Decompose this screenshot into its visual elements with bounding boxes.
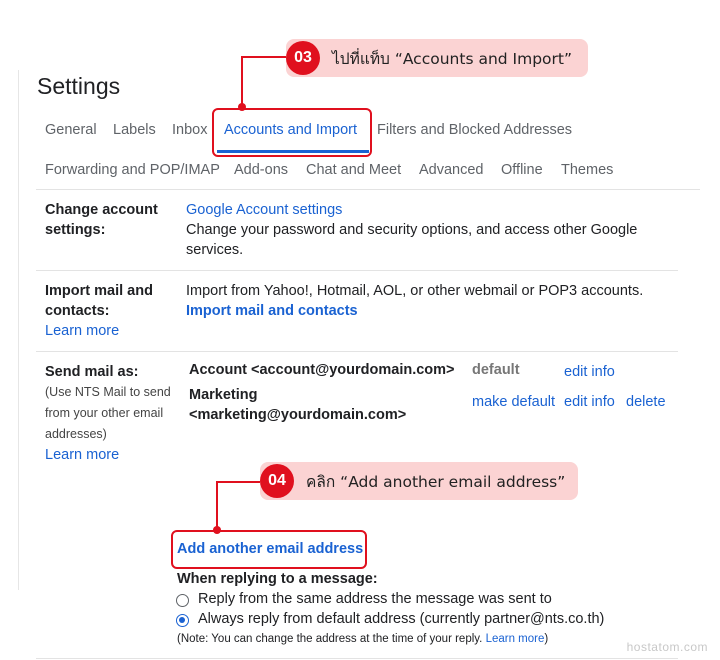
tab-chat-and-meet[interactable]: Chat and Meet xyxy=(306,162,401,178)
send-mail-as-label: Send mail as: xyxy=(45,364,139,380)
make-default-link[interactable]: make default xyxy=(472,392,555,412)
import-description: Import from Yahoo!, Hotmail, AOL, or oth… xyxy=(186,283,644,299)
watermark: hostatom.com xyxy=(626,640,708,654)
edit-info-link[interactable]: edit info xyxy=(564,392,615,412)
section-divider xyxy=(36,351,678,352)
tab-filters[interactable]: Filters and Blocked Addresses xyxy=(377,122,572,138)
tab-labels[interactable]: Labels xyxy=(113,122,156,138)
send-mail-learn-more-link[interactable]: Learn more xyxy=(45,445,119,465)
tab-general[interactable]: General xyxy=(45,122,97,138)
import-mail-and-contacts-link[interactable]: Import mail and contacts xyxy=(186,301,358,321)
default-status: default xyxy=(472,362,520,378)
page-edge xyxy=(18,70,19,590)
callout-connector xyxy=(241,56,287,58)
tab-forwarding[interactable]: Forwarding and POP/IMAP xyxy=(45,162,220,178)
step-badge: 04 xyxy=(260,464,294,498)
tab-highlight-box xyxy=(212,108,372,157)
callout-anchor-dot xyxy=(238,103,246,111)
callout-anchor-dot xyxy=(213,526,221,534)
reply-same-radio[interactable] xyxy=(176,594,189,607)
section-divider xyxy=(36,270,678,271)
tabs-divider xyxy=(36,189,700,190)
delete-link[interactable]: delete xyxy=(626,392,666,412)
callout-pill: คลิก “Add another email address” xyxy=(260,462,578,500)
link-highlight-box xyxy=(171,530,367,569)
reply-default-option: Always reply from default address (curre… xyxy=(198,611,605,627)
callout-connector xyxy=(241,56,243,107)
callout-pill: ไปที่แท็บ “Accounts and Import” xyxy=(286,39,588,77)
google-account-settings-link[interactable]: Google Account settings xyxy=(186,200,342,220)
callout-connector xyxy=(216,481,218,530)
reply-same-option: Reply from the same address the message … xyxy=(198,591,552,607)
tab-themes[interactable]: Themes xyxy=(561,162,613,178)
tab-advanced[interactable]: Advanced xyxy=(419,162,484,178)
reply-note: (Note: You can change the address at the… xyxy=(177,633,549,645)
reply-label: When replying to a message: xyxy=(177,571,378,587)
tab-inbox[interactable]: Inbox xyxy=(172,122,207,138)
reply-learn-more-link[interactable]: Learn more xyxy=(486,633,545,645)
callout-connector xyxy=(216,481,260,483)
edit-info-link[interactable]: edit info xyxy=(564,362,615,382)
change-account-description: Change your password and security option… xyxy=(186,222,638,258)
reply-default-radio[interactable] xyxy=(176,614,189,627)
account-address: Account <account@yourdomain.com> xyxy=(189,362,455,378)
send-mail-as-note: (Use NTS Mail to send from your other em… xyxy=(45,385,171,441)
section-divider xyxy=(36,658,678,659)
change-account-label: Change account settings: xyxy=(45,202,158,238)
marketing-address: Marketing <marketing@yourdomain.com> xyxy=(189,387,407,423)
import-learn-more-link[interactable]: Learn more xyxy=(45,321,119,341)
tab-offline[interactable]: Offline xyxy=(501,162,543,178)
page-title: Settings xyxy=(37,73,121,99)
step-badge: 03 xyxy=(286,41,320,75)
import-mail-label: Import mail and contacts: xyxy=(45,283,153,319)
tab-add-ons[interactable]: Add-ons xyxy=(234,162,288,178)
